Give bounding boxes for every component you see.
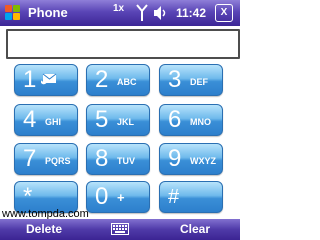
title-bar: Phone 1x 11:42 X: [0, 0, 240, 26]
key-digit: 7: [23, 145, 37, 172]
key-digit: 3: [168, 66, 182, 93]
key-7[interactable]: 7 PQRS: [14, 143, 78, 175]
key-letters: WXYZ: [190, 156, 216, 166]
app-title: Phone: [28, 5, 68, 20]
key-digit: 2: [95, 66, 109, 93]
key-8[interactable]: 8 TUV: [86, 143, 150, 175]
key-digit: *: [23, 183, 33, 210]
key-5[interactable]: 5 JKL: [86, 104, 150, 136]
key-letters: +: [117, 190, 125, 205]
close-icon[interactable]: X: [215, 4, 233, 22]
key-digit: #: [168, 186, 180, 208]
start-menu-icon[interactable]: [4, 4, 22, 22]
key-1[interactable]: 1: [14, 64, 78, 96]
key-letters: JKL: [117, 117, 135, 127]
key-digit: 9: [168, 145, 182, 172]
key-digit: 4: [23, 106, 37, 133]
clock[interactable]: 11:42: [176, 6, 206, 20]
key-digit: 0: [95, 183, 109, 210]
delete-softkey[interactable]: Delete: [26, 222, 62, 236]
key-digit: 5: [95, 106, 109, 133]
key-letters: DEF: [190, 77, 208, 87]
key-3[interactable]: 3 DEF: [159, 64, 223, 96]
key-letters: ABC: [117, 77, 137, 87]
key-6[interactable]: 6 MNO: [159, 104, 223, 136]
speaker-icon: [154, 6, 166, 20]
number-display-field[interactable]: [6, 29, 240, 59]
softkey-bar: Delete Clear: [0, 219, 240, 240]
clear-softkey[interactable]: Clear: [180, 222, 210, 236]
connectivity-icon: 1x: [113, 3, 125, 14]
voicemail-icon: [41, 73, 57, 85]
key-digit: 8: [95, 145, 109, 172]
key-hash[interactable]: #: [159, 181, 223, 213]
key-letters: TUV: [117, 156, 135, 166]
dial-keypad: 1 2 ABC 3 DEF 4 GHI 5 JKL 6 MNO 7 PQRS 8…: [14, 64, 228, 216]
key-2[interactable]: 2 ABC: [86, 64, 150, 96]
signal-icon: [136, 4, 148, 21]
key-0[interactable]: 0 +: [86, 181, 150, 213]
keyboard-icon[interactable]: [111, 223, 129, 235]
key-letters: MNO: [190, 117, 211, 127]
key-digit: 1: [23, 66, 37, 93]
key-letters: PQRS: [45, 156, 71, 166]
key-letters: GHI: [45, 117, 62, 127]
key-4[interactable]: 4 GHI: [14, 104, 78, 136]
key-9[interactable]: 9 WXYZ: [159, 143, 223, 175]
key-digit: 6: [168, 106, 182, 133]
